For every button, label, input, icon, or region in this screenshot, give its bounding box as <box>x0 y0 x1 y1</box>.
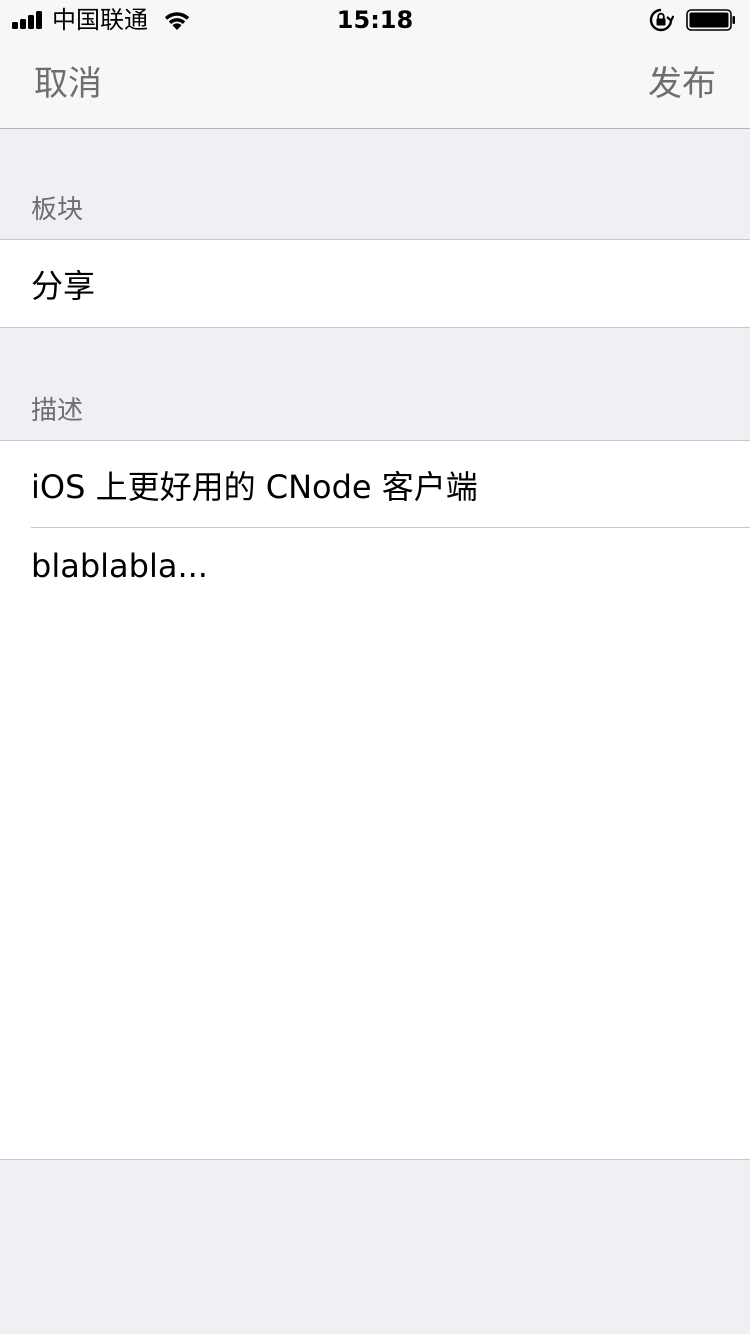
topic-body-value: blablabla... <box>31 547 208 585</box>
row-divider <box>31 527 750 528</box>
description-section-header: 描述 <box>31 396 84 426</box>
status-bar: 中国联通 15:18 <box>0 0 750 40</box>
cancel-button[interactable]: 取消 <box>34 40 102 128</box>
battery-icon <box>686 9 735 31</box>
orientation-lock-icon <box>649 8 674 32</box>
topic-title-value: iOS 上更好用的 CNode 客户端 <box>31 467 478 506</box>
publish-button[interactable]: 发布 <box>648 40 716 128</box>
navigation-bar: 取消 发布 <box>0 40 750 129</box>
board-section-header: 板块 <box>31 195 84 225</box>
topic-title-field[interactable]: iOS 上更好用的 CNode 客户端 <box>0 441 750 528</box>
description-group: iOS 上更好用的 CNode 客户端 blablabla... <box>0 440 750 1160</box>
status-time: 15:18 <box>336 6 414 34</box>
topic-body-textarea[interactable]: blablabla... <box>0 528 750 1158</box>
board-value: 分享 <box>31 266 96 305</box>
board-select-cell[interactable]: 分享 <box>0 240 750 327</box>
board-group: 分享 <box>0 239 750 328</box>
